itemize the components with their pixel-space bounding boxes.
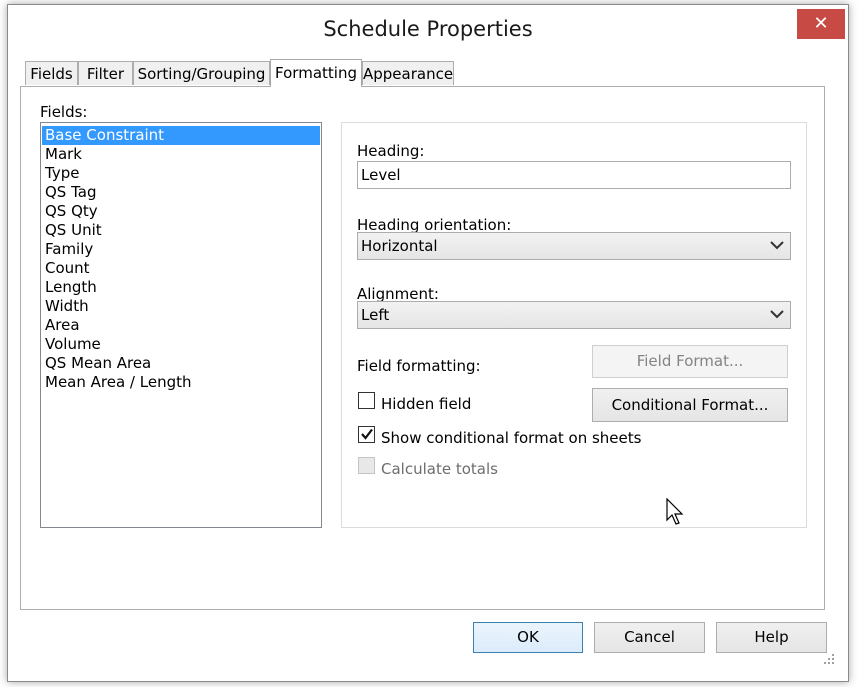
list-item[interactable]: QS Unit [42, 221, 320, 240]
tab-sorting-grouping[interactable]: Sorting/Grouping [133, 61, 270, 85]
help-button[interactable]: Help [716, 622, 827, 653]
heading-orientation-select[interactable]: Horizontal [357, 232, 791, 260]
hidden-field-label: Hidden field [381, 395, 472, 413]
list-item[interactable]: Count [42, 259, 320, 278]
checkmark-icon [361, 428, 373, 440]
hidden-field-checkbox[interactable] [358, 392, 375, 409]
conditional-format-button[interactable]: Conditional Format... [592, 388, 788, 422]
cancel-button[interactable]: Cancel [594, 622, 705, 653]
list-item[interactable]: Base Constraint [42, 126, 320, 145]
tab-appearance[interactable]: Appearance [362, 61, 454, 85]
field-format-button[interactable]: Field Format... [592, 345, 788, 378]
calculate-totals-checkbox[interactable] [358, 457, 375, 474]
tab-filter[interactable]: Filter [78, 61, 133, 85]
show-conditional-format-checkbox[interactable] [358, 426, 375, 443]
list-item[interactable]: Width [42, 297, 320, 316]
heading-label: Heading: [357, 142, 425, 160]
show-conditional-format-label: Show conditional format on sheets [381, 429, 642, 447]
alignment-select[interactable]: Left [357, 301, 791, 329]
fields-label: Fields: [40, 103, 88, 121]
resize-grip-icon[interactable] [822, 652, 836, 666]
list-item[interactable]: Mean Area / Length [42, 373, 320, 392]
close-button[interactable]: ✕ [797, 9, 845, 39]
title-bar: Schedule Properties ✕ [8, 5, 848, 55]
tab-formatting[interactable]: Formatting [270, 59, 362, 87]
alignment-value: Left [361, 306, 390, 324]
heading-input[interactable]: Level [357, 161, 791, 189]
list-item[interactable]: Length [42, 278, 320, 297]
list-item[interactable]: Volume [42, 335, 320, 354]
calculate-totals-label: Calculate totals [381, 460, 498, 478]
chevron-down-icon [770, 241, 784, 250]
tab-fields[interactable]: Fields [25, 61, 78, 85]
heading-orientation-value: Horizontal [361, 237, 438, 255]
field-formatting-label: Field formatting: [357, 357, 481, 375]
list-item[interactable]: QS Mean Area [42, 354, 320, 373]
fields-listbox[interactable]: Base Constraint Mark Type QS Tag QS Qty … [40, 122, 322, 528]
list-item[interactable]: QS Tag [42, 183, 320, 202]
list-item[interactable]: Area [42, 316, 320, 335]
close-icon: ✕ [813, 13, 829, 34]
list-item[interactable]: Mark [42, 145, 320, 164]
dialog-title: Schedule Properties [323, 17, 533, 41]
chevron-down-icon [770, 310, 784, 319]
list-item[interactable]: Type [42, 164, 320, 183]
list-item[interactable]: QS Qty [42, 202, 320, 221]
mouse-cursor-icon [666, 498, 684, 525]
ok-button[interactable]: OK [473, 622, 583, 653]
list-item[interactable]: Family [42, 240, 320, 259]
